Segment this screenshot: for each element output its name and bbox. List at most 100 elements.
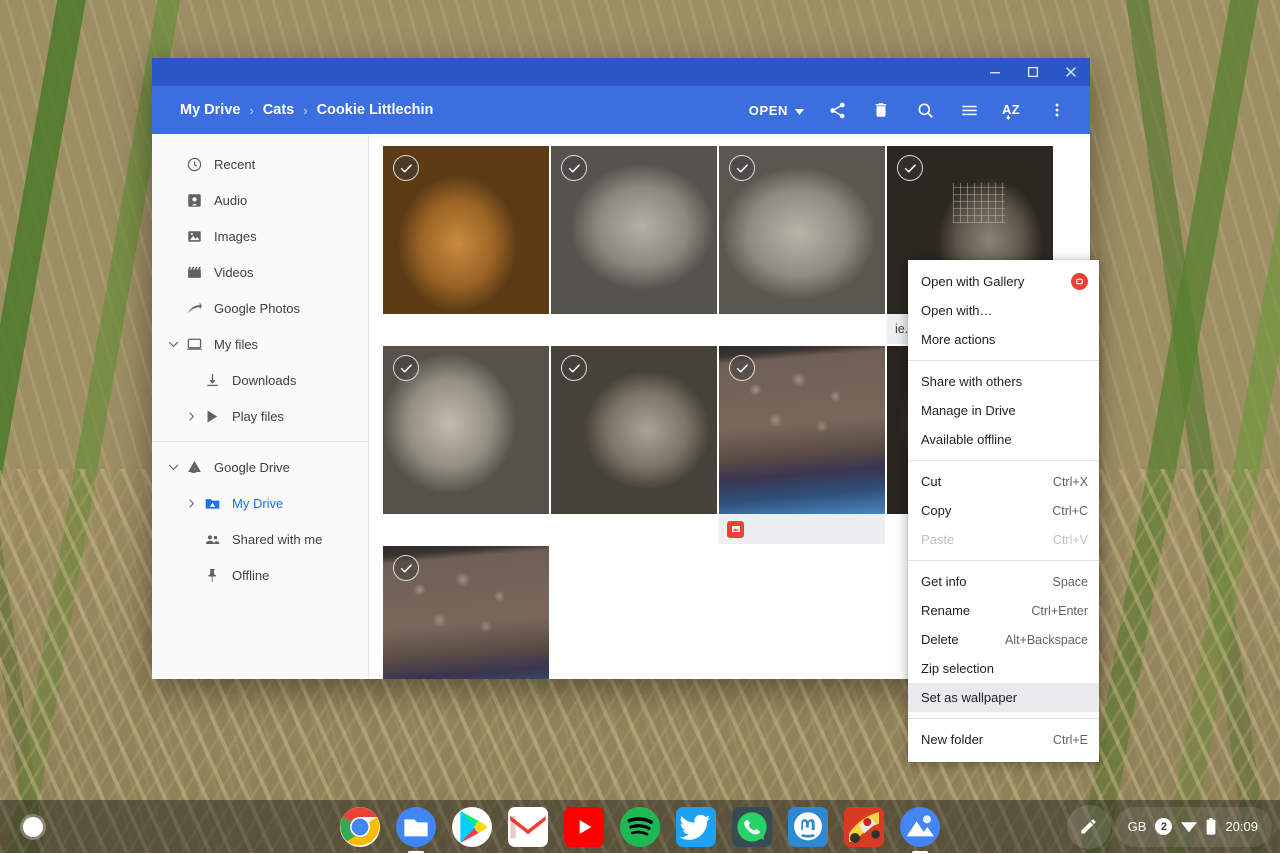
drive-icon [182, 459, 206, 476]
breadcrumb-item-cats[interactable]: Cats [257, 98, 300, 122]
file-item[interactable] [551, 146, 717, 344]
file-item[interactable] [383, 346, 549, 544]
shelf-app-racing-game[interactable] [844, 807, 884, 847]
file-thumbnail[interactable] [383, 146, 549, 314]
sidebar-item-label: My files [206, 337, 258, 352]
breadcrumb-item-current[interactable]: Cookie Littlechin [311, 98, 440, 122]
gallery-icon [900, 807, 940, 847]
trash-icon[interactable] [860, 90, 902, 130]
status-area[interactable]: GB 2 20:09 [1115, 807, 1272, 847]
file-item[interactable] [551, 346, 717, 544]
list-view-icon[interactable] [948, 90, 990, 130]
share-icon[interactable] [816, 90, 858, 130]
breadcrumb-item-my-drive[interactable]: My Drive [174, 98, 246, 122]
menu-item-open-with-gallery[interactable]: Open with Gallery [908, 267, 1099, 296]
menu-item-share-with-others[interactable]: Share with others [908, 367, 1099, 396]
chevron-down-icon[interactable] [164, 460, 182, 475]
menu-item-available-offline[interactable]: Available offline [908, 425, 1099, 454]
clock-label: 20:09 [1225, 819, 1258, 834]
sidebar-item-label: Images [206, 229, 257, 244]
file-thumbnail[interactable] [551, 146, 717, 314]
menu-item-shortcut: Ctrl+X [1039, 475, 1088, 489]
menu-item-delete[interactable]: DeleteAlt+Backspace [908, 625, 1099, 654]
open-button[interactable]: OPEN [737, 96, 814, 125]
file-name-bar [719, 514, 885, 544]
sidebar-item-google-drive[interactable]: Google Drive [152, 449, 368, 485]
chevron-right-icon[interactable] [182, 410, 200, 423]
context-menu[interactable]: Open with GalleryOpen with…More actions S… [908, 260, 1099, 762]
sidebar-item-label: Downloads [224, 373, 296, 388]
minimize-icon[interactable] [976, 58, 1014, 86]
sidebar-item-recent[interactable]: Recent [152, 146, 368, 182]
menu-item-get-info[interactable]: Get infoSpace [908, 567, 1099, 596]
mastodon-icon [788, 807, 828, 847]
shelf-app-gmail[interactable] [508, 807, 548, 847]
maximize-icon[interactable] [1014, 58, 1052, 86]
menu-item-copy[interactable]: CopyCtrl+C [908, 496, 1099, 525]
file-thumbnail[interactable] [383, 546, 549, 679]
shelf-app-twitter[interactable] [676, 807, 716, 847]
selection-checkmark-icon[interactable] [393, 155, 419, 181]
file-thumbnail[interactable] [551, 346, 717, 514]
sidebar-item-shared-with-me[interactable]: Shared with me [152, 521, 368, 557]
sidebar-item-videos[interactable]: Videos [152, 254, 368, 290]
selection-checkmark-icon[interactable] [561, 155, 587, 181]
menu-item-more-actions[interactable]: More actions [908, 325, 1099, 354]
file-item[interactable] [719, 346, 885, 544]
shelf-app-mastodon[interactable] [788, 807, 828, 847]
shelf-app-chrome[interactable] [340, 807, 380, 847]
people-icon [200, 531, 224, 548]
shelf-app-gallery[interactable] [900, 807, 940, 847]
menu-item-open-with[interactable]: Open with… [908, 296, 1099, 325]
menu-item-zip-selection[interactable]: Zip selection [908, 654, 1099, 683]
shelf-app-play-store[interactable] [452, 807, 492, 847]
selection-checkmark-icon[interactable] [729, 155, 755, 181]
selection-checkmark-icon[interactable] [393, 555, 419, 581]
shelf-app-files[interactable] [396, 807, 436, 847]
menu-item-shortcut: Ctrl+C [1038, 504, 1088, 518]
sidebar-item-play-files[interactable]: Play files [152, 398, 368, 434]
window-titlebar [152, 58, 1090, 86]
sidebar-item-audio[interactable]: Audio [152, 182, 368, 218]
sidebar-item-google-photos[interactable]: Google Photos [152, 290, 368, 326]
file-thumbnail[interactable] [383, 346, 549, 514]
spotify-icon [620, 807, 660, 847]
file-item[interactable] [719, 146, 885, 344]
search-icon[interactable] [904, 90, 946, 130]
sidebar-item-offline[interactable]: Offline [152, 557, 368, 593]
clock-icon [182, 156, 206, 173]
sort-az-button[interactable]: AZ [992, 90, 1034, 130]
photos-arrow-icon [182, 300, 206, 317]
selection-checkmark-icon[interactable] [393, 355, 419, 381]
close-icon[interactable] [1052, 58, 1090, 86]
menu-item-manage-in-drive[interactable]: Manage in Drive [908, 396, 1099, 425]
shelf-app-whatsapp[interactable] [732, 807, 772, 847]
sidebar-item-label: Google Drive [206, 460, 290, 475]
more-vertical-icon[interactable] [1036, 90, 1078, 130]
menu-item-label: Get info [921, 574, 1039, 589]
sidebar-item-my-files[interactable]: My files [152, 326, 368, 362]
shelf: GB 2 20:09 [0, 800, 1280, 853]
menu-item-new-folder[interactable]: New folderCtrl+E [908, 725, 1099, 754]
chevron-right-icon[interactable] [182, 497, 200, 510]
sidebar-item-images[interactable]: Images [152, 218, 368, 254]
notification-badge[interactable]: 2 [1155, 818, 1172, 835]
file-item[interactable] [383, 146, 549, 344]
dropdown-caret-icon [795, 103, 804, 118]
file-item[interactable] [383, 546, 549, 679]
stylus-icon[interactable] [1067, 805, 1111, 849]
sidebar-item-downloads[interactable]: Downloads [152, 362, 368, 398]
menu-item-set-as-wallpaper[interactable]: Set as wallpaper [908, 683, 1099, 712]
selection-checkmark-icon[interactable] [897, 155, 923, 181]
shelf-app-youtube[interactable] [564, 807, 604, 847]
menu-item-cut[interactable]: CutCtrl+X [908, 467, 1099, 496]
sidebar-item-my-drive[interactable]: My Drive [152, 485, 368, 521]
file-thumbnail[interactable] [719, 146, 885, 314]
chevron-down-icon[interactable] [164, 337, 182, 352]
menu-item-rename[interactable]: RenameCtrl+Enter [908, 596, 1099, 625]
shelf-app-spotify[interactable] [620, 807, 660, 847]
file-thumbnail[interactable] [719, 346, 885, 514]
selection-checkmark-icon[interactable] [729, 355, 755, 381]
chrome-icon [340, 807, 380, 847]
selection-checkmark-icon[interactable] [561, 355, 587, 381]
